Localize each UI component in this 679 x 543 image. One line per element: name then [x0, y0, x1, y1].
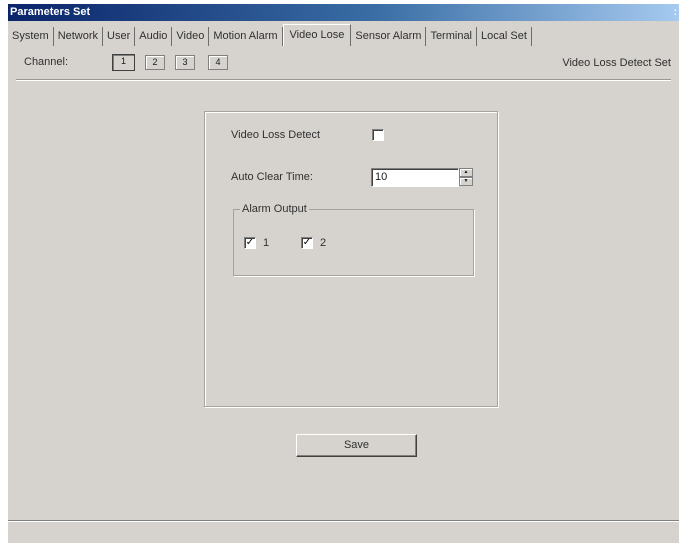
tab-network[interactable]: Network: [54, 27, 104, 46]
channel-label: Channel:: [24, 56, 69, 68]
tab-sensor-alarm[interactable]: Sensor Alarm: [351, 27, 427, 46]
status-bar: [8, 520, 679, 543]
tab-terminal[interactable]: Terminal: [426, 27, 478, 46]
window-title: Parameters Set: [10, 6, 91, 18]
channel-3-button[interactable]: 3: [175, 55, 195, 70]
alarm-output-group: Alarm Output ✓ 1 ✓ 2: [233, 203, 474, 276]
check-mark-icon: ✓: [302, 237, 312, 248]
channel-selector: Channel: 1 2 3 4 Video Loss Detect Set: [8, 50, 679, 76]
tab-video[interactable]: Video: [172, 27, 210, 46]
video-loss-panel: Video Loss Detect Auto Clear Time: 10 ▲ …: [204, 111, 498, 407]
check-mark-icon: ✓: [245, 237, 255, 248]
video-loss-detect-checkbox[interactable]: [372, 129, 384, 141]
tab-audio[interactable]: Audio: [135, 27, 173, 46]
spin-down-icon[interactable]: ▼: [459, 177, 473, 186]
video-loss-detect-label: Video Loss Detect: [231, 129, 321, 141]
channel-2-button[interactable]: 2: [145, 55, 165, 70]
alarm-output-1-checkbox[interactable]: ✓: [244, 237, 256, 249]
tab-video-lose[interactable]: Video Lose: [282, 24, 352, 46]
tab-strip: System Network User Audio Video Motion A…: [8, 24, 679, 46]
tab-user[interactable]: User: [103, 27, 136, 46]
alarm-output-title: Alarm Output: [240, 203, 309, 215]
spin-up-icon[interactable]: ▲: [459, 168, 473, 177]
channel-1-button[interactable]: 1: [112, 54, 135, 71]
parameters-set-window: Parameters Set : System Network User Aud…: [8, 4, 679, 543]
alarm-output-2-label: 2: [320, 237, 327, 249]
divider: [16, 79, 671, 81]
auto-clear-time-spinner: ▲ ▼: [459, 168, 473, 187]
tab-motion-alarm[interactable]: Motion Alarm: [209, 27, 283, 46]
auto-clear-time-label: Auto Clear Time:: [231, 171, 313, 183]
alarm-output-1-label: 1: [263, 237, 270, 249]
section-title: Video Loss Detect Set: [562, 57, 671, 69]
title-bar: Parameters Set :: [8, 4, 679, 21]
alarm-output-2-checkbox[interactable]: ✓: [301, 237, 313, 249]
tab-system[interactable]: System: [8, 27, 54, 46]
window-control-icon[interactable]: :: [674, 4, 677, 21]
save-button[interactable]: Save: [296, 434, 417, 457]
auto-clear-time-input[interactable]: 10: [371, 168, 459, 187]
tab-local-set[interactable]: Local Set: [477, 27, 532, 46]
channel-4-button[interactable]: 4: [208, 55, 228, 70]
